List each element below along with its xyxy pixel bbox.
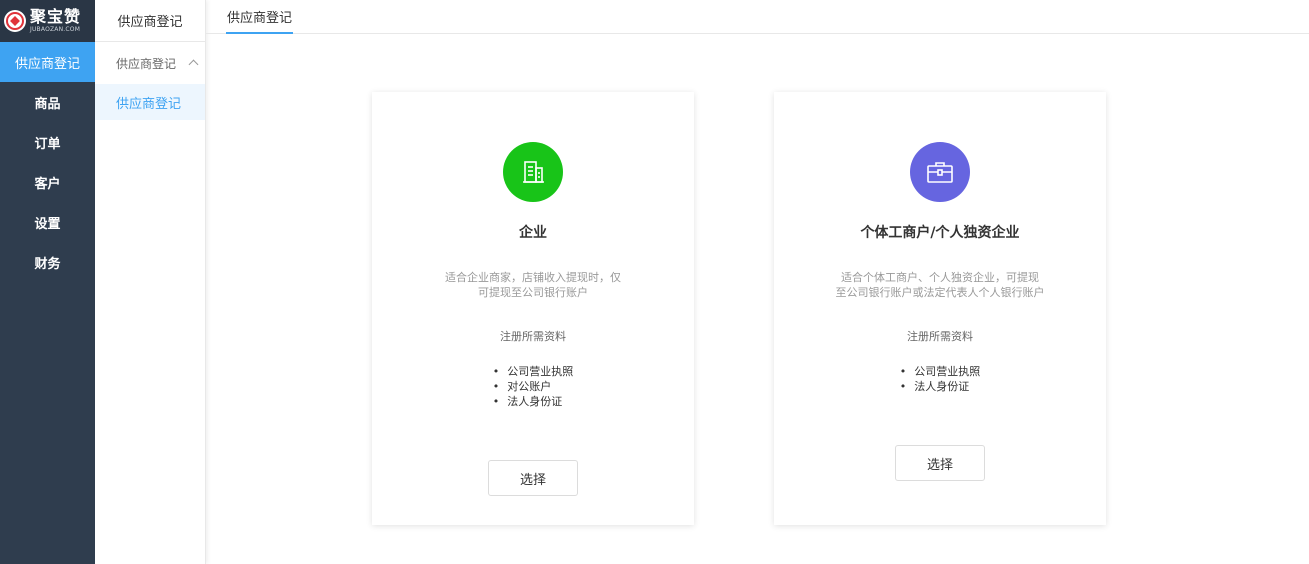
individual-business-card: 个体工商户/个人独资企业 适合个体工商户、个人独资企业，可提现 至公司银行账户或… — [774, 92, 1106, 525]
briefcase-icon — [910, 142, 970, 202]
enterprise-card: 企业 适合企业商家，店铺收入提现时，仅 可提现至公司银行账户 注册所需资料 公司… — [372, 92, 694, 525]
brand-logo[interactable]: 聚宝赞 JUBAOZAN.COM — [0, 0, 95, 42]
list-item: 公司营业执照 — [900, 364, 980, 379]
subnav-group-supplier-registration[interactable]: 供应商登记 — [95, 42, 205, 84]
card-description: 适合企业商家，店铺收入提现时，仅 可提现至公司银行账户 — [413, 270, 653, 300]
chevron-up-icon — [188, 59, 199, 70]
tab-supplier-registration[interactable]: 供应商登记 — [226, 0, 294, 34]
tab-bar: 供应商登记 — [206, 0, 1309, 34]
sidebar-item-finance[interactable]: 财务 — [0, 242, 95, 282]
card-title: 企业 — [519, 225, 547, 241]
main-sidebar: 聚宝赞 JUBAOZAN.COM 供应商登记 商品 订单 客户 设置 财务 — [0, 0, 95, 564]
requirements-title: 注册所需资料 — [907, 330, 973, 343]
requirements-title: 注册所需资料 — [500, 330, 566, 343]
card-description-line: 可提现至公司银行账户 — [478, 286, 588, 299]
logo-icon — [4, 10, 26, 32]
card-description: 适合个体工商户、个人独资企业，可提现 至公司银行账户或法定代表人个人银行账户 — [810, 270, 1070, 300]
requirements-list: 公司营业执照 对公账户 法人身份证 — [493, 364, 574, 409]
sidebar-item-orders[interactable]: 订单 — [0, 122, 95, 162]
sidebar-item-products[interactable]: 商品 — [0, 82, 95, 122]
brand-subtitle: JUBAOZAN.COM — [30, 26, 81, 33]
card-description-line: 适合企业商家，店铺收入提现时，仅 — [445, 271, 621, 284]
list-item: 对公账户 — [493, 379, 574, 394]
list-item: 法人身份证 — [900, 379, 981, 394]
subnav-header: 供应商登记 — [95, 0, 205, 42]
list-item: 公司营业执照 — [493, 364, 573, 379]
sidebar-item-supplier-registration[interactable]: 供应商登记 — [0, 42, 95, 82]
subnav-item-supplier-registration[interactable]: 供应商登记 — [95, 84, 205, 120]
card-description-line: 至公司银行账户或法定代表人个人银行账户 — [835, 286, 1045, 299]
brand-title: 聚宝赞 — [30, 7, 82, 26]
card-description-line: 适合个体工商户、个人独资企业，可提现 — [841, 271, 1039, 284]
select-individual-business-button[interactable]: 选择 — [895, 445, 985, 481]
sidebar-item-settings[interactable]: 设置 — [0, 202, 95, 242]
building-icon — [503, 142, 563, 202]
sidebar-item-customers[interactable]: 客户 — [0, 162, 95, 202]
subnav-group-label: 供应商登记 — [116, 56, 177, 71]
card-title: 个体工商户/个人独资企业 — [860, 225, 1020, 241]
sub-sidebar: 供应商登记 供应商登记 供应商登记 — [95, 0, 206, 564]
requirements-list: 公司营业执照 法人身份证 — [900, 364, 981, 394]
select-enterprise-button[interactable]: 选择 — [488, 460, 578, 496]
list-item: 法人身份证 — [493, 394, 574, 409]
